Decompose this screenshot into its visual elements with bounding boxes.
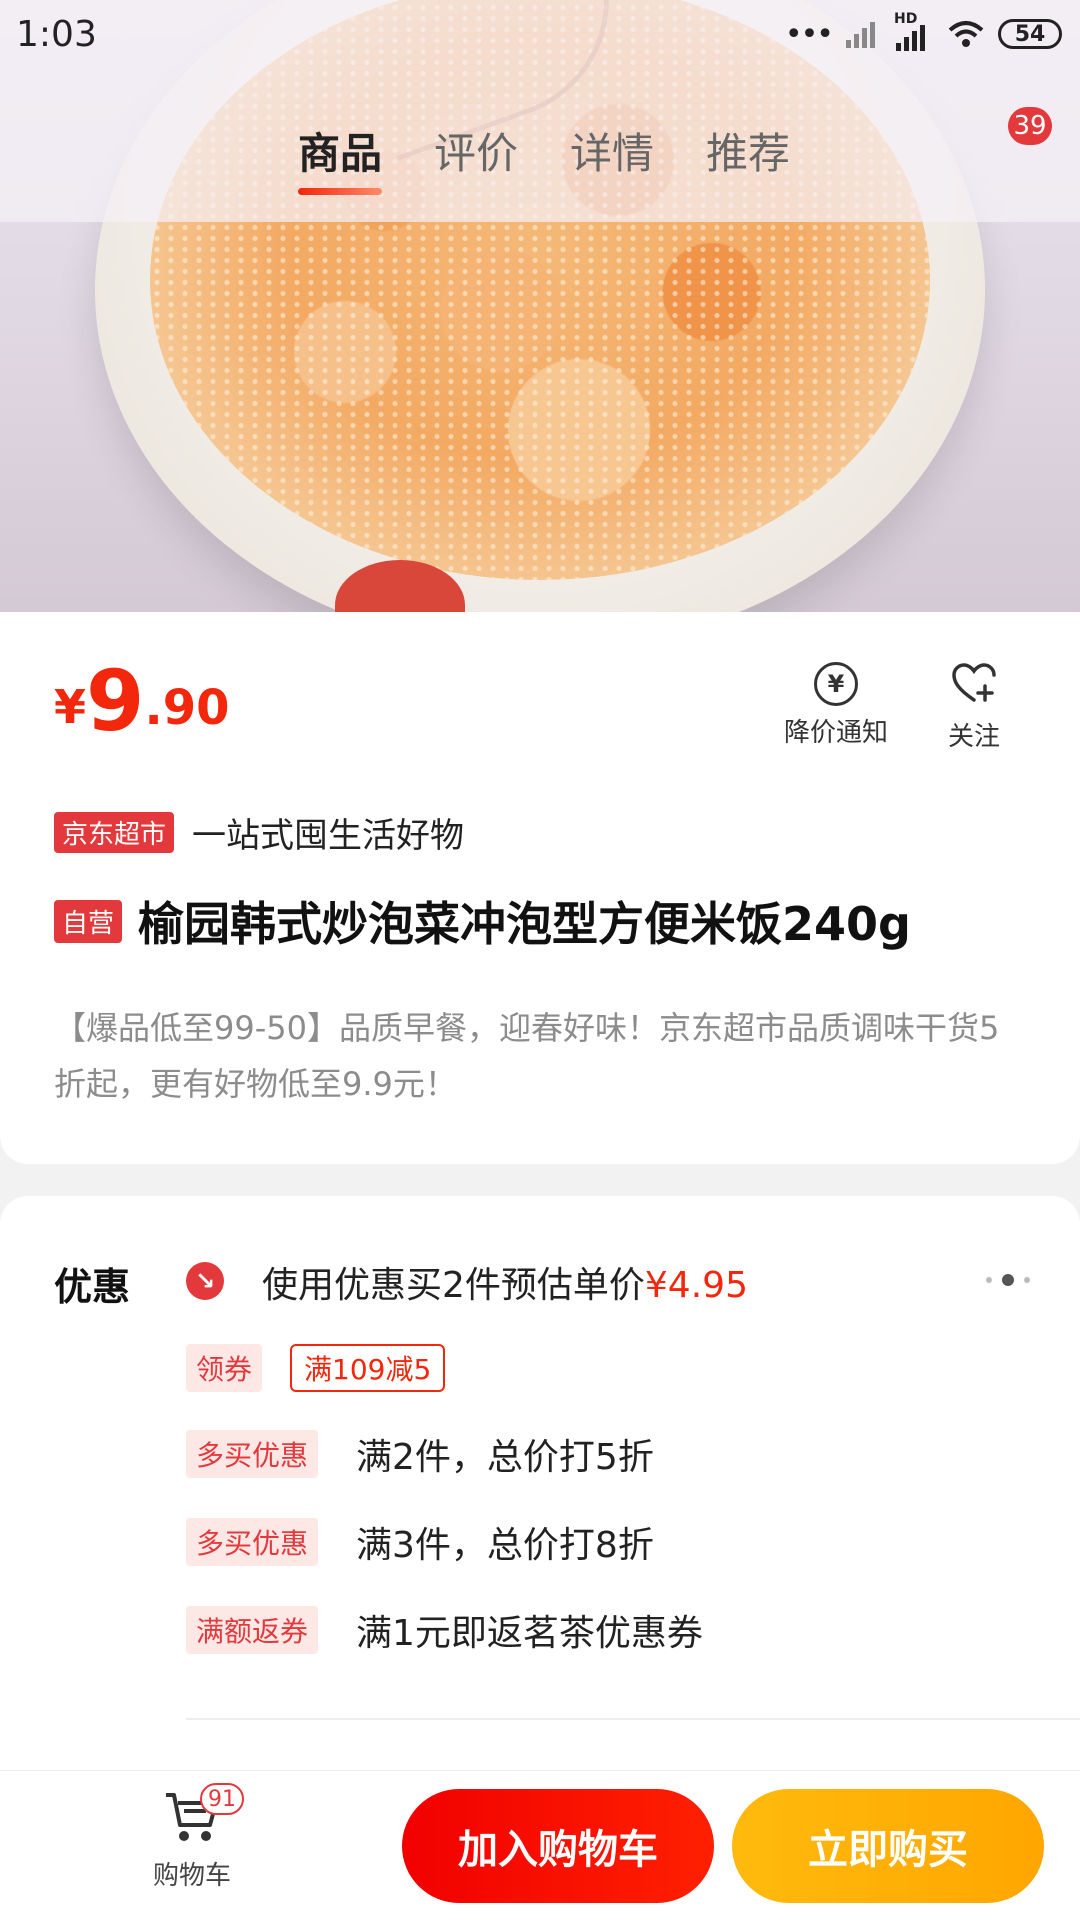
product-info-card: ¥ 9 .90 ¥ 降价通知 关注 京东超市 一站式囤生活好物 自营 榆园韩式炒… xyxy=(0,612,1080,1164)
price-currency: ¥ xyxy=(54,680,87,734)
offer-tag: 多买优惠 xyxy=(186,1430,319,1478)
pager-dot-active xyxy=(1002,1274,1014,1286)
store-row[interactable]: 京东超市 一站式囤生活好物 xyxy=(54,808,464,857)
coupon-ticket[interactable]: 满109减5 xyxy=(290,1344,446,1392)
store-slogan: 一站式囤生活好物 xyxy=(192,816,465,856)
discount-main-price: ¥4.95 xyxy=(644,1265,748,1306)
pager-dot xyxy=(986,1277,992,1283)
battery-icon: 54 xyxy=(998,19,1062,49)
offer-tag: 多买优惠 xyxy=(186,1518,319,1566)
offer-text: 满2件，总价打5折 xyxy=(356,1437,654,1478)
price-down-arrow-icon: ↘ xyxy=(186,1262,224,1300)
yen-down-icon: ¥ xyxy=(814,662,858,706)
tab-product[interactable]: 商品 xyxy=(298,120,383,195)
store-tag: 京东超市 xyxy=(54,812,175,853)
title-row: 自营 榆园韩式炒泡菜冲泡型方便米饭240g xyxy=(54,888,1040,954)
tab-details[interactable]: 详情 xyxy=(570,120,654,181)
status-time: 1:03 xyxy=(16,14,97,55)
more-dots-icon: ••• xyxy=(784,16,834,52)
heart-plus-icon xyxy=(952,663,996,702)
bottom-action-bar: 91 购物车 加入购物车 立即购买 xyxy=(0,1770,1080,1920)
cart-icon: 91 xyxy=(162,1783,244,1845)
get-coupon-pill: 领券 xyxy=(186,1344,263,1392)
discount-main: 使用优惠买2件预估单价¥4.95 xyxy=(262,1256,748,1308)
offer-row[interactable]: 多买优惠 满2件，总价打5折 xyxy=(186,1428,654,1480)
offer-row[interactable]: 满额返券 满1元即返茗茶优惠券 xyxy=(186,1604,703,1656)
status-icons: ••• HD 54 xyxy=(784,11,1062,54)
message-badge[interactable]: 39 xyxy=(1008,107,1052,145)
cart-label: 购物车 xyxy=(152,1861,231,1891)
self-operated-tag: 自营 xyxy=(54,899,123,943)
discount-card[interactable]: 优惠 ↘ 使用优惠买2件预估单价¥4.95 领券 满109减5 多买优惠 满2件… xyxy=(0,1196,1080,1796)
offer-tag: 满额返券 xyxy=(186,1606,319,1654)
offer-text: 满3件，总价打8折 xyxy=(356,1525,654,1566)
tab-recommend[interactable]: 推荐 xyxy=(706,120,790,181)
divider xyxy=(186,1718,1080,1720)
price: ¥ 9 .90 xyxy=(54,656,230,746)
cart-button[interactable]: 91 购物车 xyxy=(132,1783,252,1892)
follow-label: 关注 xyxy=(947,722,1000,752)
hd-signal-icon: HD xyxy=(894,11,934,51)
promo-description[interactable]: 【爆品低至99-50】品质早餐，迎春好味！京东超市品质调味干货5折起，更有好物低… xyxy=(54,1000,1030,1112)
pager-dots xyxy=(986,1274,1030,1286)
offer-row[interactable]: 多买优惠 满3件，总价打8折 xyxy=(186,1516,654,1568)
follow-button[interactable]: 关注 xyxy=(914,662,1034,753)
pager-dot xyxy=(1024,1277,1030,1283)
add-to-cart-button[interactable]: 加入购物车 xyxy=(402,1789,714,1903)
price-alert-button[interactable]: ¥ 降价通知 xyxy=(776,662,896,749)
offer-text: 满1元即返茗茶优惠券 xyxy=(356,1613,703,1654)
buy-now-button[interactable]: 立即购买 xyxy=(732,1789,1044,1903)
product-title: 榆园韩式炒泡菜冲泡型方便米饭240g xyxy=(138,897,911,951)
discount-main-text: 使用优惠买2件预估单价 xyxy=(262,1265,645,1306)
price-alert-label: 降价通知 xyxy=(783,718,888,748)
cart-count-badge: 91 xyxy=(200,1783,244,1815)
coupon-row[interactable]: 领券 满109减5 xyxy=(186,1344,446,1392)
product-image[interactable]: 1:03 ••• HD 54 商品 评价 详情 推荐 39 xyxy=(0,0,1080,612)
price-decimal: .90 xyxy=(144,680,230,736)
price-integer: 9 xyxy=(86,652,145,750)
discount-label: 优惠 xyxy=(54,1265,131,1309)
signal-icon xyxy=(846,22,875,48)
tab-reviews[interactable]: 评价 xyxy=(434,120,518,181)
product-page: 1:03 ••• HD 54 商品 评价 详情 推荐 39 ¥ 9 .90 ¥ … xyxy=(0,0,1080,1920)
top-tabs: 商品 评价 详情 推荐 xyxy=(298,120,790,195)
wifi-icon xyxy=(948,21,984,47)
